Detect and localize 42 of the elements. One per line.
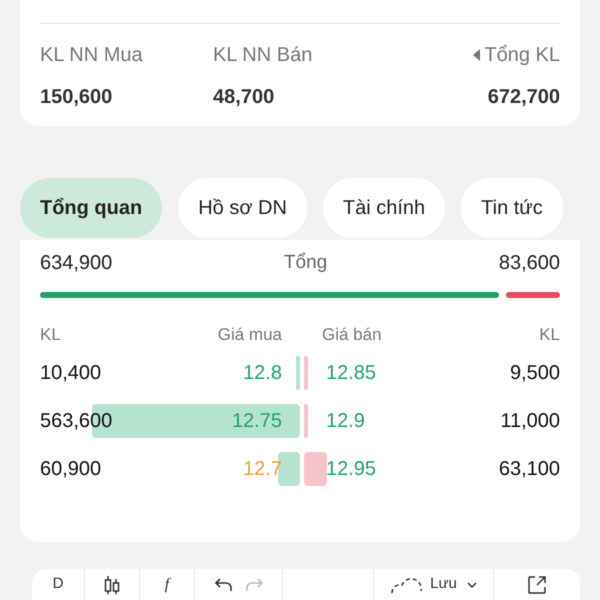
candlestick-icon[interactable]: [102, 574, 122, 594]
ask-volume-bar: [304, 356, 308, 390]
bid-price: 12.8: [243, 360, 282, 386]
stat-label: KL NN Bán: [213, 43, 312, 68]
ask-volume: 11,000: [500, 408, 560, 434]
bid-volume-bar: [296, 356, 300, 390]
formula-button[interactable]: f: [164, 572, 170, 596]
bid-volume: 563,600: [40, 408, 112, 434]
ask-price: 12.95: [326, 456, 376, 482]
stat-value: 672,700: [488, 85, 560, 110]
column-header: KL: [539, 325, 560, 344]
stat-label: KL NN Mua: [40, 43, 143, 68]
save-button[interactable]: Lưu: [390, 573, 457, 596]
chevron-down-icon[interactable]: [466, 582, 477, 588]
ask-volume: 9,500: [510, 360, 560, 386]
total-label: Tổng: [284, 250, 328, 275]
interval-button[interactable]: D: [52, 573, 64, 596]
bid-volume: 10,400: [40, 360, 102, 386]
tab[interactable]: Tổng quan: [20, 178, 162, 238]
tab[interactable]: Tin tức: [461, 178, 563, 238]
total-buy-volume: 634,900: [40, 251, 112, 276]
total-sell-volume: 83,600: [498, 251, 560, 276]
stat-value: 150,600: [40, 85, 114, 110]
stat-value: 48,700: [213, 85, 276, 110]
ask-volume-bar: [304, 404, 308, 438]
ask-volume: 63,100: [498, 456, 560, 482]
undo-icon[interactable]: [214, 576, 234, 592]
tab[interactable]: Hồ sơ DN: [178, 178, 307, 238]
column-header: Giá bán: [322, 325, 382, 344]
ask-price: 12.9: [326, 408, 365, 434]
ask-price: 12.85: [326, 360, 376, 386]
tab[interactable]: Tài chính: [322, 178, 446, 238]
column-header: Giá mua: [218, 325, 282, 344]
expand-icon[interactable]: [526, 574, 548, 596]
collapse-arrow-icon[interactable]: [473, 49, 480, 61]
stat-label: Tổng KL: [484, 43, 560, 68]
bid-price: 12.75: [232, 408, 282, 434]
bid-volume: 60,900: [40, 456, 102, 482]
sell-ratio-fill: [506, 292, 560, 298]
ask-volume-bar: [304, 452, 328, 486]
column-header: KL: [40, 325, 61, 344]
bid-price: 12.7: [243, 456, 282, 482]
